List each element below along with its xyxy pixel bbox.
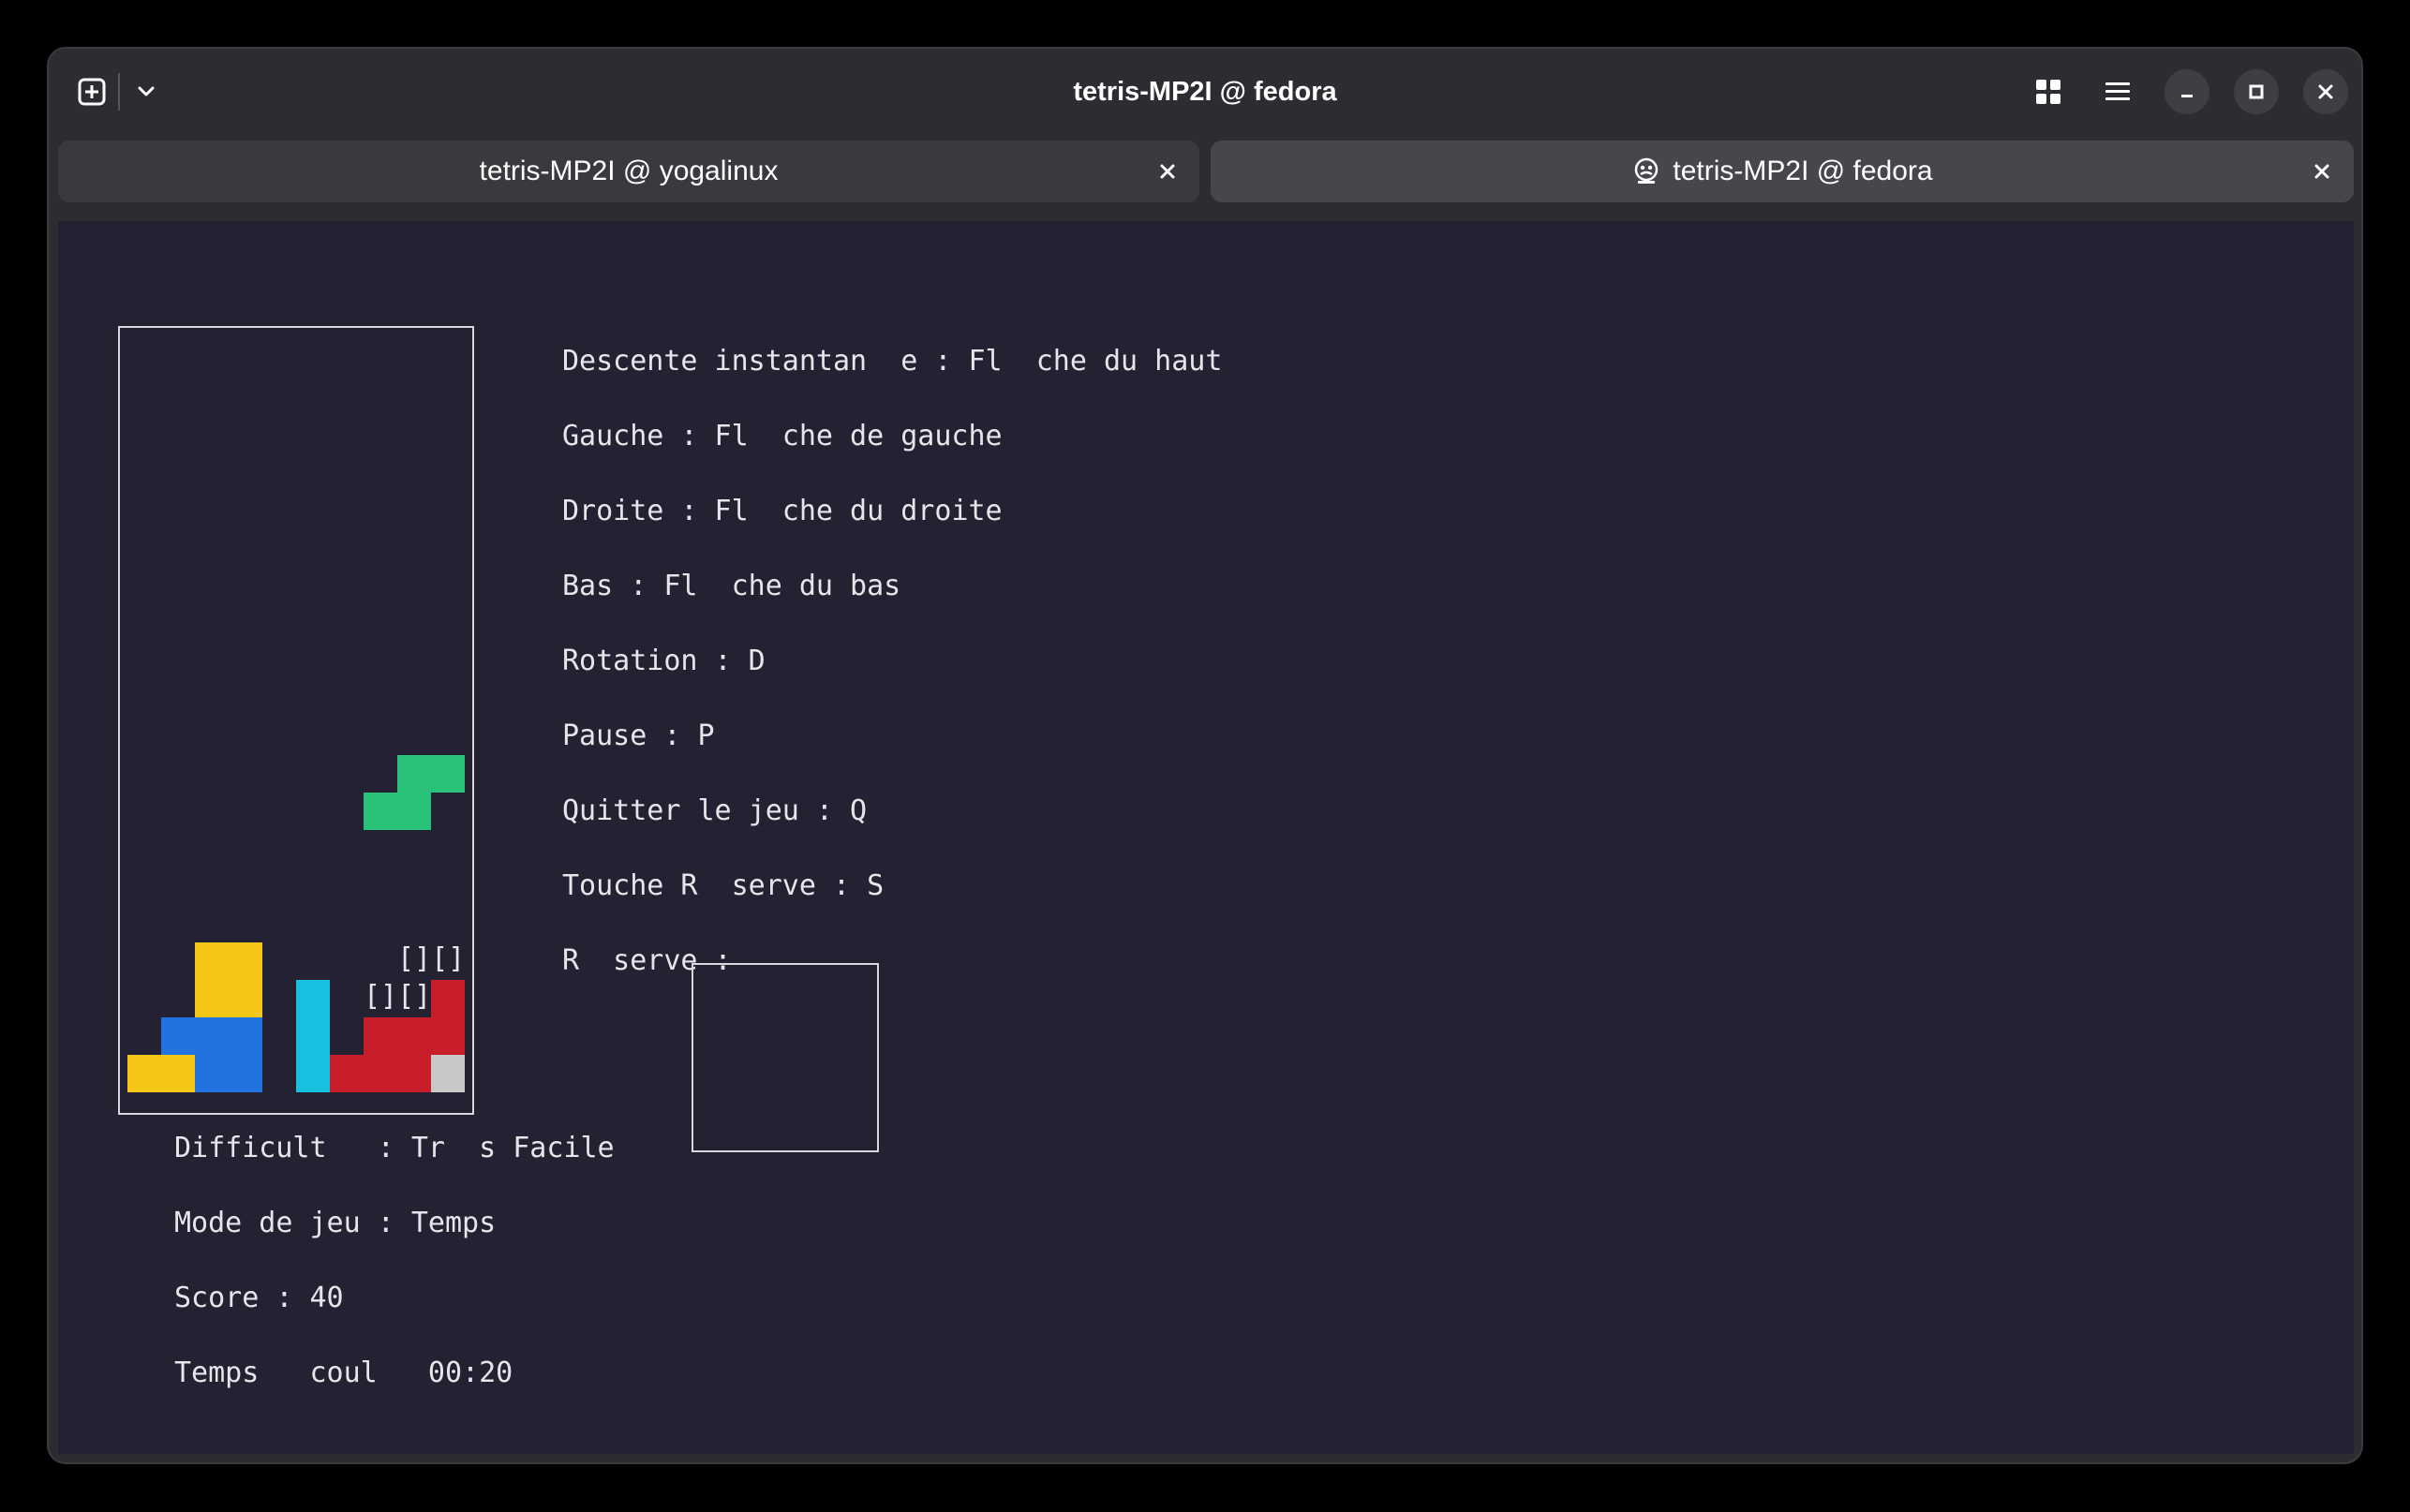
block-cyan <box>296 980 330 1092</box>
close-icon <box>2318 84 2333 99</box>
control-bas: Bas : Fl che du bas <box>562 570 901 602</box>
tab-bar: tetris-MP2I @ yogalinux tetris-MP2I @ fe… <box>58 141 2354 202</box>
block-red <box>431 980 465 1017</box>
control-rotation: Rotation : D <box>562 645 766 677</box>
control-gauche: Gauche : Fl che de gauche <box>562 420 1003 452</box>
ghost-piece-row: [][] <box>397 942 466 975</box>
header-right-group <box>2001 69 2348 114</box>
control-quitter: Quitter le jeu : Q <box>562 794 868 827</box>
tab-fedora[interactable]: tetris-MP2I @ fedora <box>1211 141 2354 202</box>
tab-label: tetris-MP2I @ yogalinux <box>479 156 779 186</box>
tab-close-button[interactable] <box>2303 153 2341 190</box>
minimize-icon <box>2181 95 2193 97</box>
block-grey <box>431 1055 465 1092</box>
minimize-button[interactable] <box>2165 69 2209 114</box>
status-time: Temps coul 00:20 <box>174 1356 513 1389</box>
close-icon <box>1160 164 1175 179</box>
control-pause: Pause : P <box>562 719 715 752</box>
tab-yogalinux[interactable]: tetris-MP2I @ yogalinux <box>58 141 1199 202</box>
close-icon <box>2314 164 2329 179</box>
status-mode: Mode de jeu : Temps <box>174 1207 497 1239</box>
tab-label: tetris-MP2I @ fedora <box>1673 156 1933 186</box>
block-red <box>364 1017 465 1055</box>
grid-icon <box>2036 80 2060 104</box>
ghost-piece-row: [][] <box>364 980 432 1013</box>
status-score: Score : 40 <box>174 1282 344 1314</box>
control-descente: Descente instantan e : Fl che du haut <box>562 345 1223 378</box>
tab-overview-button[interactable] <box>2026 69 2071 114</box>
falling-piece-green <box>364 793 431 830</box>
reserve-box <box>692 963 879 1152</box>
block-yellow <box>127 1055 195 1092</box>
status-difficulty: Difficult : Tr s Facile <box>174 1132 615 1164</box>
block-red <box>330 1055 431 1092</box>
maximize-button[interactable] <box>2234 69 2279 114</box>
tetris-board: [][] [][] <box>118 326 474 1115</box>
maximize-icon <box>2249 84 2264 99</box>
close-button[interactable] <box>2303 69 2348 114</box>
control-reserve-key: Touche R serve : S <box>562 869 885 902</box>
block-blue <box>161 1017 262 1055</box>
remote-host-icon <box>1631 156 1661 186</box>
block-blue <box>195 1055 262 1092</box>
tab-close-button[interactable] <box>1149 153 1186 190</box>
falling-piece-green <box>397 755 465 793</box>
terminal-window: tetris-MP2I @ fedora tetris-MP2I @ yogal… <box>47 47 2363 1464</box>
header-bar: tetris-MP2I @ fedora <box>49 49 2361 135</box>
terminal-view[interactable]: [][] [][] Descente instantan e : Fl che … <box>58 221 2354 1454</box>
control-droite: Droite : Fl che du droite <box>562 495 1003 527</box>
main-menu-button[interactable] <box>2095 69 2140 114</box>
block-yellow <box>195 942 262 1017</box>
hamburger-icon <box>2105 82 2130 100</box>
